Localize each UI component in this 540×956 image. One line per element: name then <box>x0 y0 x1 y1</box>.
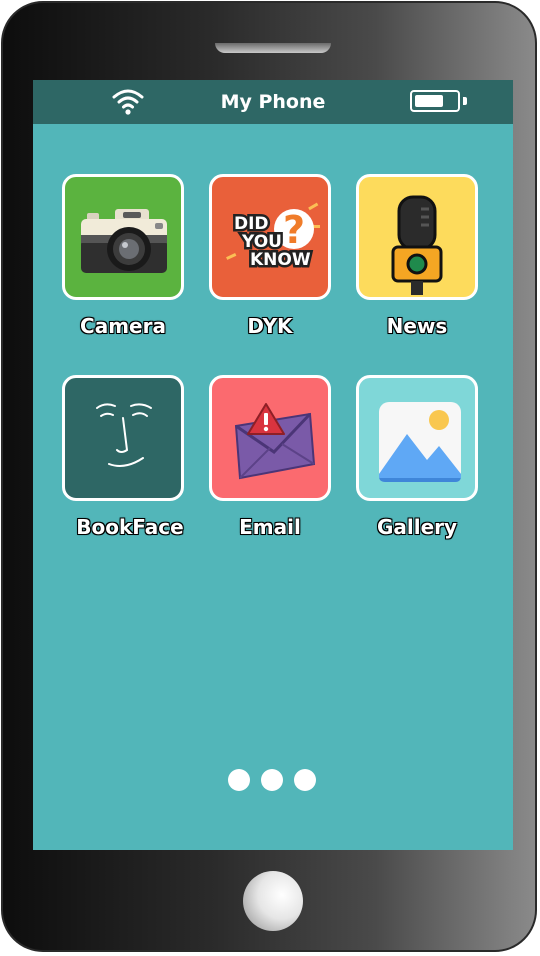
wifi-icon <box>112 89 144 115</box>
home-button[interactable] <box>243 871 303 931</box>
dyk-text-did: DID <box>234 214 269 234</box>
home-screen: My Phone Camera ? DID YOU KNOW DYK News … <box>33 80 513 850</box>
phone-body: My Phone Camera ? DID YOU KNOW DYK News … <box>1 1 537 952</box>
did-you-know-icon: ? DID YOU KNOW <box>226 202 320 273</box>
camera-icon <box>81 209 167 273</box>
battery-icon <box>410 90 460 112</box>
face-icon <box>96 403 152 467</box>
microphone-icon <box>391 195 443 295</box>
battery-level <box>415 95 443 107</box>
status-bar: My Phone <box>33 80 513 124</box>
app-camera-tile[interactable] <box>62 174 184 300</box>
app-news-label: News <box>386 314 448 338</box>
page-indicator[interactable] <box>228 769 320 791</box>
app-bookface-label: BookFace <box>76 515 184 539</box>
battery-tip <box>463 97 467 105</box>
app-email-label: Email <box>239 515 301 539</box>
page-dot[interactable] <box>294 769 316 791</box>
speaker-grille <box>215 43 331 53</box>
dyk-text-know: KNOW <box>250 250 311 270</box>
image-icon <box>379 402 461 482</box>
app-gallery-label: Gallery <box>376 515 458 539</box>
app-news-tile[interactable] <box>356 174 478 300</box>
svg-text:?: ? <box>283 208 305 252</box>
envelope-alert-icon <box>234 403 316 480</box>
page-dot[interactable] <box>228 769 250 791</box>
page-dot[interactable] <box>261 769 283 791</box>
app-bookface-tile[interactable] <box>62 375 184 501</box>
status-title: My Phone <box>220 91 326 113</box>
app-dyk-tile[interactable]: ? DID YOU KNOW <box>209 174 331 300</box>
app-camera-label: Camera <box>80 314 166 338</box>
dyk-text-you: YOU <box>241 232 282 252</box>
app-gallery-tile[interactable] <box>356 375 478 501</box>
app-dyk-label: DYK <box>247 314 293 338</box>
app-email-tile[interactable] <box>209 375 331 501</box>
